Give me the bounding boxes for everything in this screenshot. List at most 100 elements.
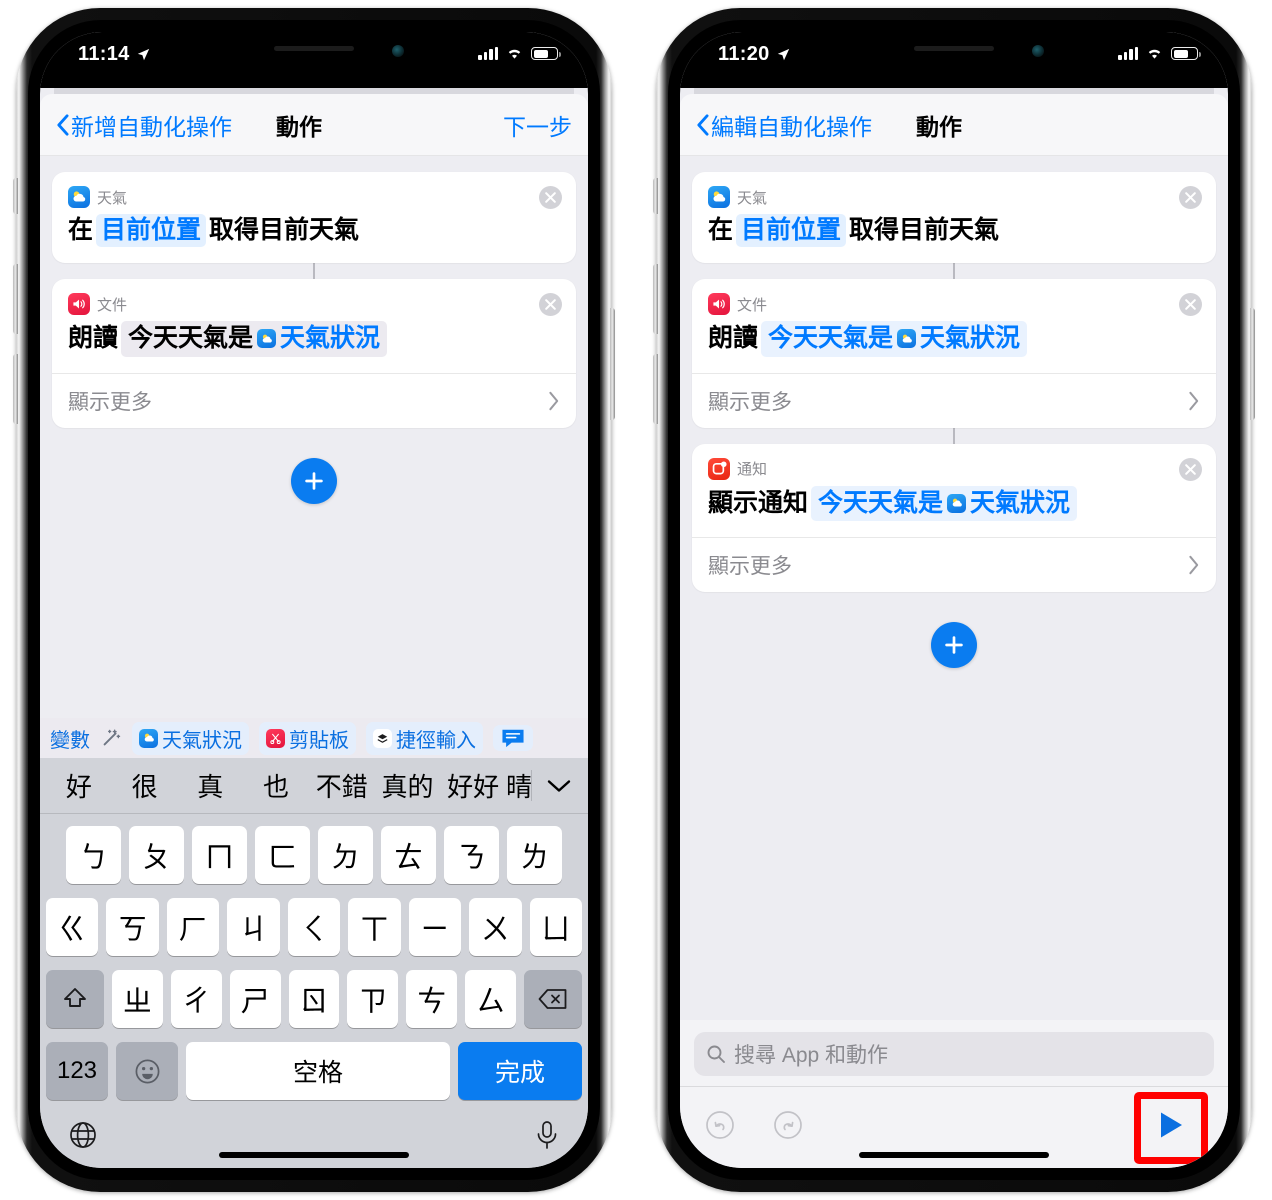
home-indicator[interactable] (859, 1152, 1049, 1158)
run-shortcut-button[interactable] (1157, 1110, 1185, 1145)
key-mo[interactable]: ㄇ (192, 826, 247, 884)
remove-action-button[interactable] (539, 186, 562, 209)
keyboard-bottom-row (40, 1106, 588, 1168)
inline-variable-token[interactable]: 天氣狀況 (920, 323, 1020, 354)
key-ji[interactable]: ㄐ (227, 898, 280, 956)
key-te[interactable]: ㄊ (381, 826, 436, 884)
silent-switch[interactable] (13, 178, 18, 214)
power-button[interactable] (610, 308, 615, 420)
key-po[interactable]: ㄆ (129, 826, 184, 884)
numbers-key[interactable]: 123 (46, 1042, 108, 1100)
key-si[interactable]: ㄙ (465, 970, 517, 1028)
backspace-key[interactable] (524, 970, 583, 1028)
power-button[interactable] (1250, 308, 1255, 420)
chevron-down-icon (547, 779, 571, 792)
action-connector (953, 427, 955, 444)
action-parameter-location[interactable]: 目前位置 (736, 214, 847, 248)
key-shi[interactable]: ㄕ (229, 970, 281, 1028)
key-wu[interactable]: ㄨ (469, 898, 522, 956)
action-text-field[interactable]: 今天天氣是 天氣狀況 (121, 321, 388, 357)
variable-chip-message[interactable] (493, 725, 533, 751)
variables-label[interactable]: 變數 (50, 724, 90, 753)
redo-button[interactable] (772, 1109, 804, 1146)
action-card-body: 在 目前位置 取得目前天氣 (692, 208, 1216, 263)
key-fo[interactable]: ㄈ (255, 826, 310, 884)
key-bo[interactable]: ㄅ (66, 826, 121, 884)
search-placeholder: 搜尋 App 和動作 (734, 1044, 889, 1067)
variable-chip-shortcut-input[interactable]: 捷徑輸入 (366, 721, 483, 755)
back-button-right[interactable]: 編輯自動化操作 (696, 108, 872, 142)
back-button-left[interactable]: 新增自動化操作 (56, 108, 232, 142)
key-le[interactable]: ㄌ (507, 826, 562, 884)
suggestion-item[interactable]: 好好 (440, 767, 506, 804)
inline-variable-token[interactable]: 天氣狀況 (280, 323, 380, 354)
battery-icon (531, 47, 561, 60)
show-more-row[interactable]: 顯示更多 (692, 372, 1216, 428)
done-key[interactable]: 完成 (458, 1042, 582, 1100)
search-input[interactable]: 搜尋 App 和動作 (694, 1032, 1214, 1076)
chevron-left-icon (57, 113, 69, 136)
variable-chip-clipboard[interactable]: 剪貼板 (259, 721, 356, 755)
key-zi[interactable]: ㄗ (347, 970, 399, 1028)
remove-action-button[interactable] (1179, 457, 1202, 481)
suggestion-item[interactable]: 也 (243, 767, 309, 804)
add-action-button[interactable] (931, 621, 977, 668)
action-card-speak[interactable]: 文件 朗讀 今天天氣是 天氣狀況 顯示更多 (692, 279, 1216, 428)
speak-text-icon (708, 293, 730, 316)
key-de[interactable]: ㄉ (318, 826, 373, 884)
emoji-key[interactable] (116, 1042, 178, 1100)
show-more-row[interactable]: 顯示更多 (692, 536, 1216, 592)
space-key[interactable]: 空格 (186, 1042, 450, 1100)
key-yi[interactable]: ㄧ (408, 898, 462, 956)
suggestion-item[interactable]: 不錯 (309, 767, 375, 804)
next-button[interactable]: 下一步 (503, 108, 572, 142)
speak-text-icon (68, 293, 90, 316)
suggestion-item[interactable]: 真的 (375, 767, 441, 804)
action-card-weather[interactable]: 天氣 在 目前位置 取得目前天氣 (52, 172, 576, 264)
volume-down-button[interactable] (653, 354, 658, 424)
silent-switch[interactable] (653, 178, 658, 214)
action-card-speak[interactable]: 文件 朗讀 今天天氣是 天氣狀況 顯示更多 (52, 279, 576, 428)
key-ri[interactable]: ㄖ (288, 970, 340, 1028)
volume-up-button[interactable] (653, 264, 658, 334)
remove-action-button[interactable] (1179, 186, 1202, 209)
show-more-label: 顯示更多 (708, 390, 792, 414)
action-token-suffix: 取得目前天氣 (849, 216, 1000, 244)
action-card-notification[interactable]: 通知 顯示通知 今天天氣是 天氣狀況 顯示更多 (692, 443, 1216, 592)
key-zhi[interactable]: ㄓ (112, 970, 163, 1028)
inline-variable-token[interactable]: 天氣狀況 (970, 488, 1070, 519)
volume-up-button[interactable] (13, 264, 18, 334)
key-yu[interactable]: ㄩ (529, 898, 582, 956)
action-text-value: 今天天氣是 (768, 324, 894, 353)
action-parameter-location[interactable]: 目前位置 (96, 214, 207, 248)
action-text-field[interactable]: 今天天氣是 天氣狀況 (811, 485, 1078, 521)
undo-button[interactable] (704, 1109, 736, 1146)
key-he[interactable]: ㄏ (166, 898, 220, 956)
suggestion-item[interactable]: 很 (112, 767, 178, 804)
action-card-weather[interactable]: 天氣 在 目前位置 取得目前天氣 (692, 172, 1216, 264)
shift-key[interactable] (46, 970, 104, 1028)
dictation-key[interactable] (534, 1120, 560, 1155)
volume-down-button[interactable] (13, 354, 18, 424)
key-chi[interactable]: ㄔ (170, 970, 222, 1028)
key-xi[interactable]: ㄒ (348, 898, 401, 956)
suggestion-item[interactable]: 真 (177, 767, 243, 804)
add-action-button[interactable] (291, 457, 337, 504)
action-app-name: 文件 (97, 296, 128, 314)
suggestion-item[interactable]: 好 (46, 767, 112, 804)
key-ke[interactable]: ㄎ (106, 898, 159, 956)
key-ne[interactable]: ㄋ (444, 826, 499, 884)
show-more-row[interactable]: 顯示更多 (52, 372, 576, 428)
magic-wand-icon[interactable] (100, 727, 122, 749)
expand-suggestions-button[interactable] (536, 778, 582, 794)
home-indicator[interactable] (219, 1152, 409, 1158)
action-token-prefix: 顯示通知 (708, 488, 809, 517)
variable-chip-weather[interactable]: 天氣狀況 (132, 721, 249, 755)
key-qi[interactable]: ㄑ (287, 898, 341, 956)
key-ci[interactable]: ㄘ (406, 970, 458, 1028)
action-text-field[interactable]: 今天天氣是 天氣狀況 (761, 321, 1028, 357)
phone-screen-left: 11:14 新增自動化操作 動作 下一步 天氣 在 目前位置 取得目前天氣 文件… (40, 32, 588, 1168)
globe-key[interactable] (68, 1120, 98, 1155)
chevron-right-icon (549, 391, 559, 410)
key-ge[interactable]: ㄍ (46, 898, 99, 956)
